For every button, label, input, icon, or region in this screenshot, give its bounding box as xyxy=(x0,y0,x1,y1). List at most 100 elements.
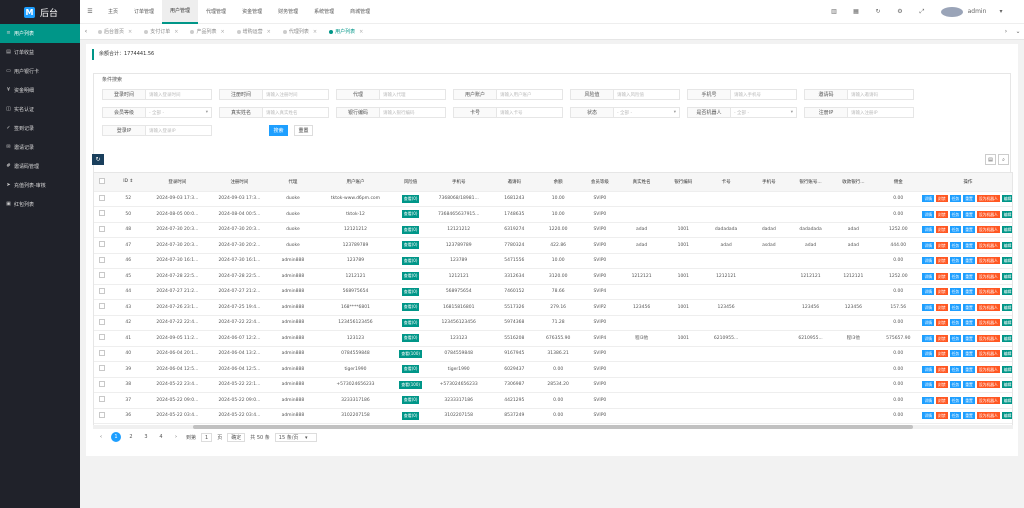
risk-view-badge[interactable]: 查看(0) xyxy=(401,365,420,374)
filter-input[interactable]: 请输入银行编码 xyxy=(380,107,446,118)
row-action-button[interactable]: 重置 xyxy=(963,365,975,373)
row-checkbox[interactable] xyxy=(99,411,106,418)
row-checkbox[interactable] xyxy=(99,241,106,248)
columns-filter-icon[interactable]: ▤ xyxy=(985,154,996,165)
goto-page-input[interactable]: 1 xyxy=(201,432,213,442)
table-row[interactable]: 50 2024-08-05 00:0... 2024-08-04 00:5... du… xyxy=(94,206,1012,223)
filter-input[interactable]: 请输入代理 xyxy=(380,89,446,100)
risk-view-badge[interactable]: 查看(0) xyxy=(401,194,420,203)
row-action-button[interactable]: 任务 xyxy=(949,334,962,342)
risk-view-badge[interactable]: 查看(0) xyxy=(401,256,420,265)
row-action-button[interactable]: 详情 xyxy=(922,288,935,296)
sidebar-item[interactable]: ▭ 用户银行卡 xyxy=(0,62,80,81)
row-action-button[interactable]: 任务 xyxy=(949,350,962,358)
row-action-button[interactable]: 重置 xyxy=(963,319,975,327)
risk-view-badge[interactable]: 查看(0) xyxy=(401,318,420,327)
row-action-button[interactable]: 详情 xyxy=(922,210,935,218)
row-action-button[interactable]: 重置 xyxy=(963,226,975,234)
table-row[interactable]: 43 2024-07-26 23:1... 2024-07-25 19:4... ad… xyxy=(94,299,1012,316)
risk-view-badge[interactable]: 查看(100) xyxy=(399,349,422,358)
scrollbar-thumb[interactable] xyxy=(193,425,913,429)
table-icon[interactable]: ▦ xyxy=(845,8,867,15)
tabs-scroll-right-icon[interactable]: › xyxy=(1000,28,1012,35)
row-action-button[interactable]: 任务 xyxy=(949,288,962,296)
row-action-button[interactable]: 任务 xyxy=(949,365,962,373)
reset-button[interactable]: 重置 xyxy=(294,125,313,136)
row-action-button[interactable]: 设为机器人 xyxy=(976,241,1000,249)
row-action-button[interactable]: 设为机器人 xyxy=(976,350,1000,358)
sidebar-item[interactable]: ➤ 充值列表-审核 xyxy=(0,176,80,195)
table-row[interactable]: 52 2024-09-03 17:3... 2024-09-03 17:3... du… xyxy=(94,191,1012,207)
row-action-button[interactable]: 详情 xyxy=(922,365,935,373)
row-action-button[interactable]: 编辑 xyxy=(1001,365,1012,373)
logo[interactable]: M 后台 xyxy=(0,0,80,24)
row-action-button[interactable]: 封禁 xyxy=(936,226,948,234)
row-action-button[interactable]: 封禁 xyxy=(936,288,948,296)
row-checkbox[interactable] xyxy=(99,365,106,372)
row-checkbox[interactable] xyxy=(99,380,106,387)
top-menu-item[interactable]: 订单管理 xyxy=(126,0,162,24)
row-checkbox[interactable] xyxy=(99,396,106,403)
row-action-button[interactable]: 设为机器人 xyxy=(976,334,1000,342)
row-action-button[interactable]: 封禁 xyxy=(936,365,948,373)
row-action-button[interactable]: 设为机器人 xyxy=(976,195,1000,203)
filter-input[interactable]: 请输入登录IP xyxy=(146,125,212,136)
row-action-button[interactable]: 设为机器人 xyxy=(976,257,1000,265)
sidebar-item[interactable]: ≡ 用户列表 xyxy=(0,24,80,43)
collapse-menu-icon[interactable]: ☰ xyxy=(80,8,100,15)
filter-select[interactable]: - 全部 - ▾ xyxy=(614,107,680,118)
close-icon[interactable]: × xyxy=(220,29,224,35)
top-menu-item[interactable]: 商城管理 xyxy=(342,0,378,24)
filter-input[interactable]: 请输入邀请码 xyxy=(848,89,914,100)
row-action-button[interactable]: 编辑 xyxy=(1001,303,1012,311)
row-action-button[interactable]: 重置 xyxy=(963,210,975,218)
row-action-button[interactable]: 编辑 xyxy=(1001,257,1012,265)
sidebar-item[interactable]: ✉ 邀请记录 xyxy=(0,138,80,157)
row-action-button[interactable]: 编辑 xyxy=(1001,319,1012,327)
row-action-button[interactable]: 重置 xyxy=(963,396,975,404)
close-icon[interactable]: × xyxy=(128,29,132,35)
row-checkbox[interactable] xyxy=(99,272,106,279)
row-checkbox[interactable] xyxy=(99,225,106,232)
table-row[interactable]: 42 2024-07-22 22:4... 2024-07-22 22:4... ad… xyxy=(94,315,1012,331)
search-button[interactable]: 搜索 xyxy=(269,125,288,136)
row-action-button[interactable]: 编辑 xyxy=(1001,350,1012,358)
page-number[interactable]: 3 xyxy=(141,432,151,442)
row-action-button[interactable]: 设为机器人 xyxy=(976,381,1000,389)
row-action-button[interactable]: 封禁 xyxy=(936,350,948,358)
table-row[interactable]: 38 2024-05-22 23:4... 2024-05-22 22:1... ad… xyxy=(94,377,1012,393)
row-action-button[interactable]: 设为机器人 xyxy=(976,365,1000,373)
row-checkbox[interactable] xyxy=(99,256,106,263)
row-action-button[interactable]: 重置 xyxy=(963,381,975,389)
page-number[interactable]: 2 xyxy=(126,432,136,442)
sidebar-item[interactable]: ✓ 签到记录 xyxy=(0,119,80,138)
row-action-button[interactable]: 设为机器人 xyxy=(976,226,1000,234)
filter-input[interactable]: 请输入注册IP xyxy=(848,107,914,118)
row-action-button[interactable]: 设为机器人 xyxy=(976,396,1000,404)
user-menu[interactable]: admin ▾ xyxy=(933,6,1024,17)
row-action-button[interactable]: 重置 xyxy=(963,334,975,342)
row-action-button[interactable]: 任务 xyxy=(949,226,962,234)
page-number[interactable]: 4 xyxy=(156,432,166,442)
row-action-button[interactable]: 任务 xyxy=(949,210,962,218)
risk-view-badge[interactable]: 查看(0) xyxy=(401,210,420,219)
row-action-button[interactable]: 任务 xyxy=(949,319,962,327)
table-row[interactable]: 36 2024-05-22 03:4... 2024-05-22 03:4... ad… xyxy=(94,408,1012,424)
close-icon[interactable]: × xyxy=(359,29,363,35)
tab-item[interactable]: 用户列表 × xyxy=(323,24,369,40)
row-action-button[interactable]: 封禁 xyxy=(936,272,948,280)
refresh-icon[interactable]: ↻ xyxy=(867,8,889,15)
filter-input[interactable]: 请输入注册时间 xyxy=(263,89,329,100)
close-icon[interactable]: × xyxy=(313,29,317,35)
row-action-button[interactable]: 重置 xyxy=(963,272,975,280)
tabs-scroll-left-icon[interactable]: ‹ xyxy=(80,28,92,35)
risk-view-badge[interactable]: 查看(0) xyxy=(401,225,420,234)
row-action-button[interactable]: 设为机器人 xyxy=(976,272,1000,280)
row-action-button[interactable]: 编辑 xyxy=(1001,195,1012,203)
goto-confirm-button[interactable]: 确定 xyxy=(227,432,246,442)
row-action-button[interactable]: 任务 xyxy=(949,381,962,389)
top-menu-item[interactable]: 系统管理 xyxy=(306,0,342,24)
row-action-button[interactable]: 重置 xyxy=(963,257,975,265)
filter-input[interactable]: 请输入用户账户 xyxy=(497,89,563,100)
sidebar-item[interactable]: ▣ 红包列表 xyxy=(0,195,80,214)
